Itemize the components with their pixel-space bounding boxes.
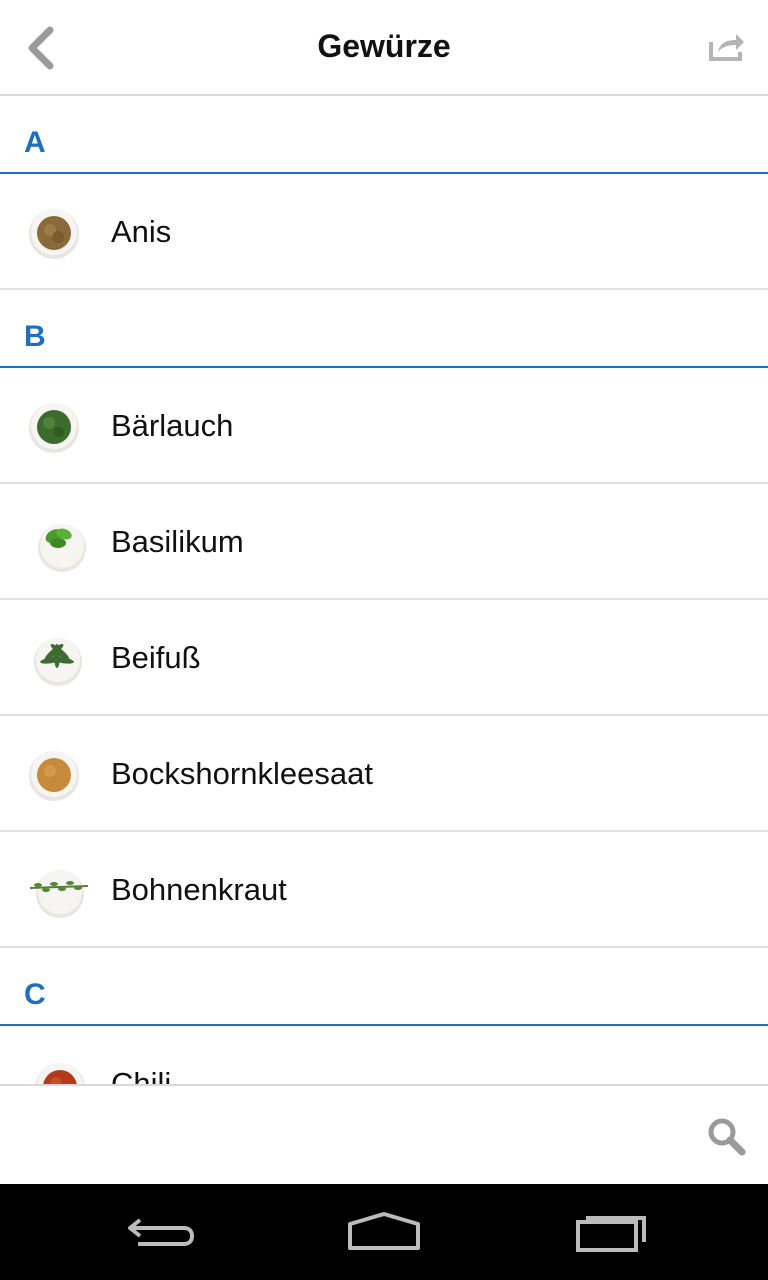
spice-list[interactable]: A Anis B Bärlauch Basilikum Beifuß Bocks… [0, 96, 768, 1084]
share-icon[interactable] [708, 30, 746, 62]
item-label: Basilikum [111, 524, 244, 559]
section-header-a: A [0, 96, 768, 174]
list-item[interactable]: Beifuß [0, 600, 768, 716]
section-letter: C [24, 978, 46, 1011]
item-label: Bohnenkraut [111, 872, 287, 907]
section-header-b: B [0, 290, 768, 368]
section-letter: B [24, 320, 46, 353]
bohnenkraut-icon [29, 870, 88, 918]
app-header: Gewürze [0, 0, 768, 96]
item-label: Anis [111, 214, 172, 249]
list-item[interactable]: Bockshornkleesaat [0, 716, 768, 832]
section-letter: A [24, 126, 46, 159]
recents-nav-icon[interactable] [572, 1208, 652, 1256]
system-navigation-bar [0, 1184, 768, 1280]
section-header-c: C [0, 948, 768, 1026]
item-label: Bärlauch [111, 408, 234, 443]
anis-icon [29, 209, 79, 259]
bottom-toolbar [0, 1084, 768, 1184]
list-item[interactable]: Bärlauch [0, 368, 768, 484]
item-label: Bockshornkleesaat [111, 756, 373, 791]
basilikum-icon [38, 524, 86, 572]
back-nav-icon[interactable] [120, 1208, 200, 1256]
list-item[interactable]: Basilikum [0, 484, 768, 600]
list-item[interactable]: Anis [0, 174, 768, 290]
page-title: Gewürze [317, 28, 451, 64]
home-nav-icon[interactable] [344, 1208, 424, 1256]
list-item[interactable]: Bohnenkraut [0, 832, 768, 948]
chili-icon [35, 1063, 85, 1084]
item-label: Chili [111, 1066, 172, 1084]
baerlauch-icon [29, 403, 79, 453]
search-icon[interactable] [706, 1116, 746, 1156]
item-label: Beifuß [111, 640, 201, 675]
beifuss-icon [34, 638, 82, 686]
list-item[interactable]: Chili [0, 1026, 768, 1084]
bockshornkleesaat-icon [29, 751, 79, 801]
